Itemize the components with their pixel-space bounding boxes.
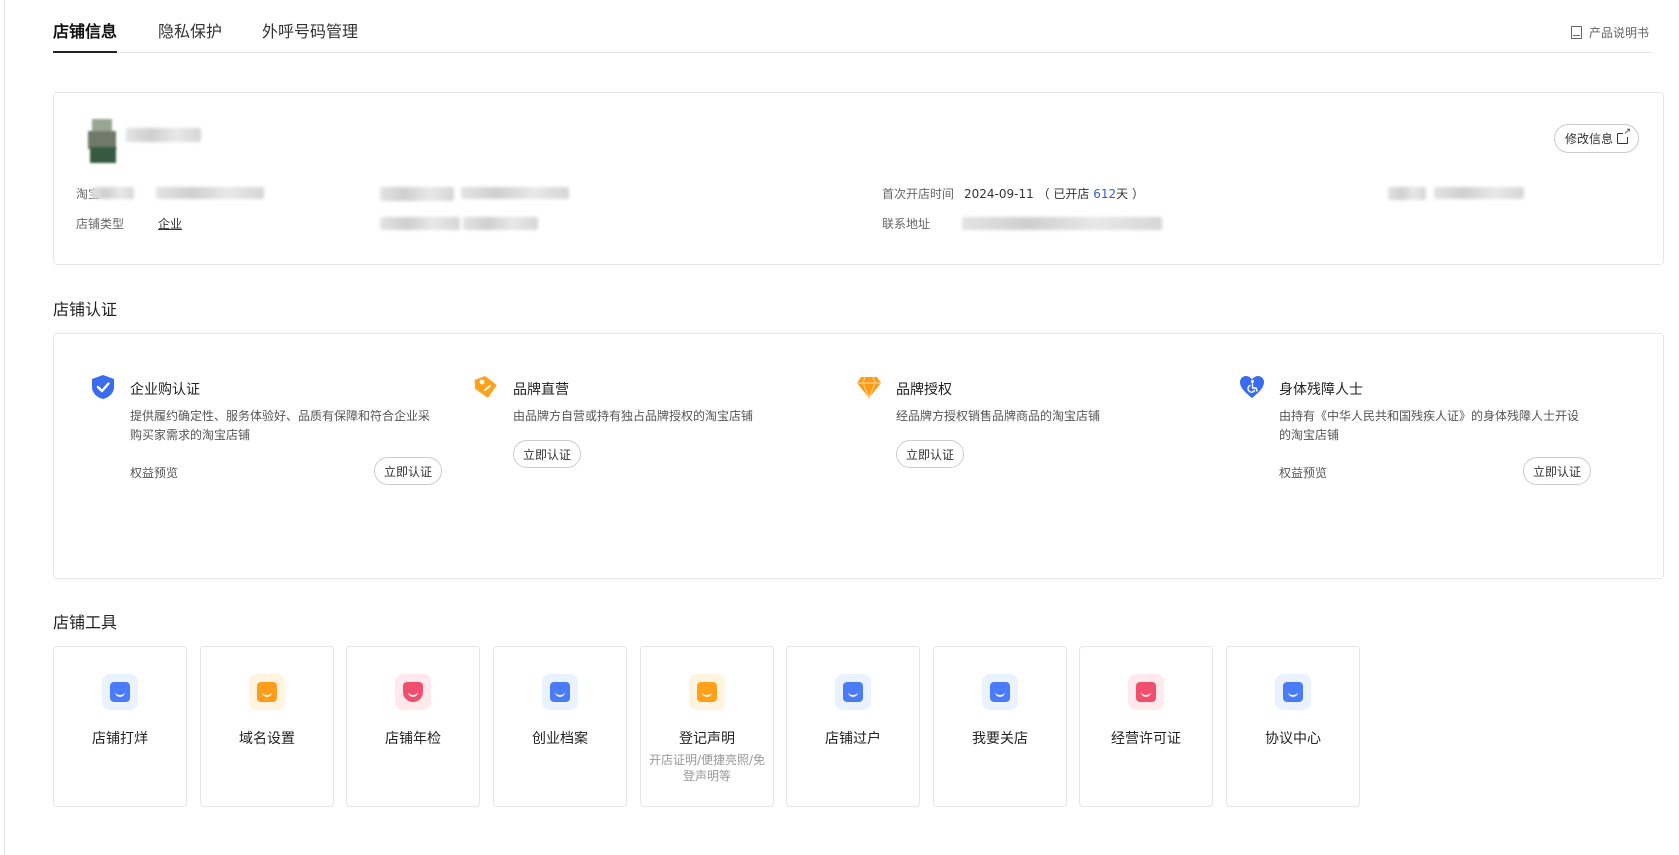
tool-name: 经营许可证 <box>1111 731 1181 747</box>
tool-store-pause[interactable]: 店铺打烊 <box>53 646 187 807</box>
product-manual-link[interactable]: 产品说明书 <box>1570 24 1649 41</box>
annual-check-icon <box>395 674 431 710</box>
certify-button[interactable]: 立即认证 <box>896 440 965 468</box>
redacted-field <box>380 187 454 201</box>
cert-title: 品牌直营 <box>513 382 569 398</box>
benefit-preview-link[interactable]: 权益预览 <box>130 464 178 481</box>
cert-desc: 经品牌方授权销售品牌商品的淘宝店铺 <box>896 409 1101 423</box>
redacted-field <box>92 187 134 199</box>
cert-section-title: 店铺认证 <box>53 300 118 319</box>
store-info-card: 淘宝 店铺类型 企业 首次开店时间 2024-09-11 （ 已开店 612天 … <box>53 92 1664 265</box>
left-border <box>4 0 5 855</box>
tool-name: 我要关店 <box>972 731 1028 747</box>
tool-name: 店铺过户 <box>825 731 881 747</box>
tab-privacy[interactable]: 隐私保护 <box>158 18 222 42</box>
tab-active-indicator <box>53 51 117 53</box>
agreement-icon <box>1275 674 1311 710</box>
cert-title: 企业购认证 <box>130 382 200 398</box>
redacted-field <box>463 217 538 230</box>
address-redacted <box>962 217 1162 230</box>
diamond-icon <box>857 376 881 400</box>
tab-divider <box>53 52 1653 53</box>
archive-icon <box>542 674 578 710</box>
cert-desc: 提供履约确定性、服务体验好、品质有保障和符合企业采购买家需求的淘宝店铺 <box>130 409 431 442</box>
tag-icon <box>474 375 497 398</box>
edit-info-button[interactable]: 修改信息 <box>1553 124 1639 153</box>
product-manual-label: 产品说明书 <box>1588 26 1649 40</box>
benefit-preview-link[interactable]: 权益预览 <box>1279 464 1327 481</box>
certify-button[interactable]: 立即认证 <box>1523 457 1592 485</box>
open-days: 612 <box>1093 187 1117 201</box>
open-time-value: 2024-09-11 （ 已开店 612天 ） <box>964 185 1144 202</box>
tool-name: 登记声明 <box>679 731 735 747</box>
store-name-redacted <box>126 128 201 142</box>
book-icon <box>1570 26 1582 39</box>
tab-outbound-numbers[interactable]: 外呼号码管理 <box>262 18 358 42</box>
edit-info-label: 修改信息 <box>1564 132 1613 146</box>
cert-desc: 由持有《中华人民共和国残疾人证》的身体残障人士开设的淘宝店铺 <box>1279 409 1580 442</box>
transfer-icon <box>835 674 871 710</box>
tab-store-info[interactable]: 店铺信息 <box>53 18 117 42</box>
certify-button[interactable]: 立即认证 <box>513 440 582 468</box>
avatar <box>88 119 118 163</box>
cert-desc: 由品牌方自营或持有独占品牌授权的淘宝店铺 <box>513 409 754 423</box>
tools-section-title: 店铺工具 <box>53 613 118 632</box>
open-suffix: 天 ） <box>1116 187 1144 201</box>
tab-bar: 店铺信息 隐私保护 外呼号码管理 <box>53 18 1653 54</box>
heart-accessibility-icon <box>1240 376 1264 398</box>
tool-domain-settings[interactable]: 域名设置 <box>200 646 334 807</box>
shield-check-icon <box>92 375 114 399</box>
redacted-field <box>461 187 569 199</box>
tool-startup-archive[interactable]: 创业档案 <box>493 646 627 807</box>
domain-settings-icon <box>249 674 285 710</box>
close-store-icon <box>982 674 1018 710</box>
tool-transfer[interactable]: 店铺过户 <box>786 646 920 807</box>
address-label: 联系地址 <box>882 217 931 231</box>
external-link-icon <box>1617 128 1631 144</box>
redacted-field <box>156 187 264 199</box>
certify-button[interactable]: 立即认证 <box>374 457 443 485</box>
tool-name: 店铺年检 <box>385 731 441 747</box>
open-time-label: 首次开店时间 <box>882 187 955 201</box>
license-icon <box>1128 674 1164 710</box>
tool-name: 店铺打烊 <box>92 731 148 747</box>
registration-icon <box>689 674 725 710</box>
redacted-field <box>380 217 460 230</box>
redacted-field <box>1434 187 1524 199</box>
redacted-field <box>1388 187 1426 200</box>
store-type-value[interactable]: 企业 <box>158 215 182 232</box>
cert-title: 身体残障人士 <box>1279 382 1363 398</box>
tool-name: 创业档案 <box>532 731 588 747</box>
tool-registration[interactable]: 登记声明 开店证明/便捷亮照/免登声明等 <box>640 646 774 807</box>
tool-business-license[interactable]: 经营许可证 <box>1079 646 1213 807</box>
cert-title: 品牌授权 <box>896 382 952 398</box>
store-type-label: 店铺类型 <box>76 217 125 231</box>
cert-card: 企业购认证 提供履约确定性、服务体验好、品质有保障和符合企业采购买家需求的淘宝店… <box>53 333 1664 579</box>
store-close-icon <box>102 674 138 710</box>
tool-annual-check[interactable]: 店铺年检 <box>346 646 480 807</box>
tool-close-store[interactable]: 我要关店 <box>933 646 1067 807</box>
tool-name: 域名设置 <box>239 731 295 747</box>
tool-name: 协议中心 <box>1265 731 1321 747</box>
tool-agreement-center[interactable]: 协议中心 <box>1226 646 1360 807</box>
open-prefix: （ 已开店 <box>1037 187 1094 201</box>
tool-subtitle: 开店证明/便捷亮照/免登声明等 <box>648 753 766 783</box>
open-date: 2024-09-11 <box>964 187 1034 201</box>
